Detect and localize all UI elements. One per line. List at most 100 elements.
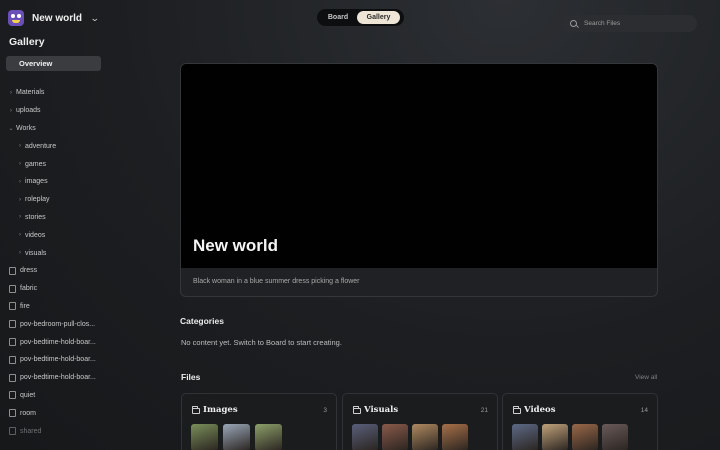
sidebar-folder-item[interactable]: › roleplay — [0, 191, 108, 209]
sidebar-folder-item[interactable]: › stories — [0, 209, 108, 227]
sidebar-item-overview[interactable]: Overview — [6, 56, 101, 71]
sidebar-section-title: Gallery — [9, 36, 45, 48]
sidebar-folder-item[interactable]: › Materials — [0, 84, 108, 102]
tree-item-label: pov-bedtime-hold-boar... — [20, 356, 96, 364]
sidebar-file-item[interactable]: fire — [0, 298, 108, 316]
tree-item-label: fire — [20, 302, 30, 310]
tree-item-label: Works — [16, 124, 36, 132]
chevron-right-icon[interactable]: › — [15, 143, 25, 149]
tree-item-label: stories — [25, 213, 46, 221]
tree-item-label: games — [25, 160, 47, 168]
search-icon — [570, 20, 577, 27]
chevron-down-icon: ⌄ — [89, 12, 100, 23]
file-icon — [9, 409, 16, 418]
chevron-right-icon[interactable]: › — [15, 250, 25, 256]
sidebar-file-item[interactable]: room — [0, 404, 108, 422]
chevron-right-icon[interactable]: › — [15, 179, 25, 185]
tree-item-label: fabric — [20, 285, 38, 293]
search-placeholder: Search Files — [584, 20, 621, 27]
tree-item-label: pov-bedroom-pull-clos... — [20, 320, 96, 328]
sidebar-folder-item[interactable]: › images — [0, 173, 108, 191]
folder-icon — [192, 406, 200, 414]
chevron-right-icon[interactable]: › — [15, 161, 25, 167]
sidebar-folder-item[interactable]: › adventure — [0, 137, 108, 155]
file-icon — [9, 391, 16, 400]
file-tree: › Materials › uploads ⌄ Works › adventure › games… — [0, 84, 108, 440]
tree-item-label: quiet — [20, 391, 36, 399]
folder-card[interactable]: Visuals 21 — [342, 393, 498, 450]
folder-card[interactable]: Videos 14 — [502, 393, 658, 450]
thumbnail-image[interactable] — [382, 424, 408, 450]
sidebar-folder-item[interactable]: › visuals — [0, 244, 108, 262]
sidebar-folder-item[interactable]: › uploads — [0, 102, 108, 120]
workspace-switcher[interactable]: New world ⌄ — [8, 9, 100, 27]
file-icon — [9, 338, 16, 347]
file-icon — [9, 427, 16, 436]
file-icon — [9, 284, 16, 293]
sidebar: New world ⌄ Gallery Overview › Materials ›… — [0, 0, 108, 450]
sidebar-file-item[interactable]: dress — [0, 262, 108, 280]
sidebar-file-item[interactable]: pov-bedtime-hold-boar... — [0, 351, 108, 369]
hero-title: New world — [193, 236, 279, 255]
tree-item-label: pov-bedtime-hold-boar... — [20, 374, 96, 382]
folder-card-title: Visuals — [364, 405, 399, 415]
tree-item-label: images — [25, 178, 48, 186]
chevron-down-icon[interactable]: ⌄ — [6, 125, 16, 132]
files-heading: Files — [181, 372, 201, 382]
folder-card-count: 3 — [323, 407, 327, 414]
file-icon — [9, 320, 16, 329]
thumbnail-strip — [352, 424, 468, 450]
view-toggle: Board Gallery — [317, 9, 404, 26]
sidebar-folder-item[interactable]: ⌄ Works — [0, 120, 108, 138]
workspace-logo-icon — [8, 10, 24, 26]
categories-empty-message: No content yet. Switch to Board to start… — [181, 338, 342, 347]
thumbnail-image[interactable] — [191, 424, 218, 450]
thumbnail-image[interactable] — [223, 424, 250, 450]
sidebar-file-item[interactable]: shared — [0, 422, 108, 440]
sidebar-folder-item[interactable]: › videos — [0, 226, 108, 244]
workspace-name: New world — [32, 12, 83, 24]
chevron-right-icon[interactable]: › — [6, 90, 16, 96]
sidebar-file-item[interactable]: pov-bedtime-hold-boar... — [0, 333, 108, 351]
thumbnail-image[interactable] — [512, 424, 538, 450]
hero-card[interactable]: New world Black woman in a blue summer d… — [180, 63, 658, 297]
thumbnail-image[interactable] — [412, 424, 438, 450]
thumbnail-image[interactable] — [602, 424, 628, 450]
file-icon — [9, 373, 16, 382]
chevron-right-icon[interactable]: › — [6, 108, 16, 114]
hero-caption: Black woman in a blue summer dress picki… — [193, 278, 360, 285]
file-icon — [9, 266, 16, 275]
folder-card-count: 21 — [480, 407, 488, 414]
tree-item-label: room — [20, 409, 36, 417]
tree-item-label: uploads — [16, 107, 41, 115]
folder-card[interactable]: Images 3 — [181, 393, 337, 450]
chevron-right-icon[interactable]: › — [15, 214, 25, 220]
tree-item-label: dress — [20, 267, 38, 275]
folder-card-title: Images — [203, 405, 238, 415]
thumbnail-image[interactable] — [255, 424, 282, 450]
folder-card-title: Videos — [524, 405, 556, 415]
chevron-right-icon[interactable]: › — [15, 197, 25, 203]
thumbnail-image[interactable] — [542, 424, 568, 450]
folder-icon — [513, 406, 521, 414]
file-icon — [9, 355, 16, 364]
sidebar-file-item[interactable]: fabric — [0, 280, 108, 298]
tree-item-label: roleplay — [25, 196, 50, 204]
tree-item-label: adventure — [25, 142, 57, 150]
thumbnail-image[interactable] — [572, 424, 598, 450]
sidebar-file-item[interactable]: pov-bedroom-pull-clos... — [0, 315, 108, 333]
search-input[interactable]: Search Files — [563, 15, 697, 32]
sidebar-folder-item[interactable]: › games — [0, 155, 108, 173]
sidebar-file-item[interactable]: quiet — [0, 387, 108, 405]
sidebar-file-item[interactable]: pov-bedtime-hold-boar... — [0, 369, 108, 387]
view-all-link[interactable]: View all — [635, 374, 657, 381]
thumbnail-image[interactable] — [352, 424, 378, 450]
tree-item-label: visuals — [25, 249, 47, 257]
gallery-tab[interactable]: Gallery — [357, 11, 400, 24]
tree-item-label: pov-bedtime-hold-boar... — [20, 338, 96, 346]
folder-icon — [353, 406, 361, 414]
chevron-right-icon[interactable]: › — [15, 232, 25, 238]
tree-item-label: Materials — [16, 89, 45, 97]
board-tab[interactable]: Board — [319, 11, 357, 24]
thumbnail-image[interactable] — [442, 424, 468, 450]
